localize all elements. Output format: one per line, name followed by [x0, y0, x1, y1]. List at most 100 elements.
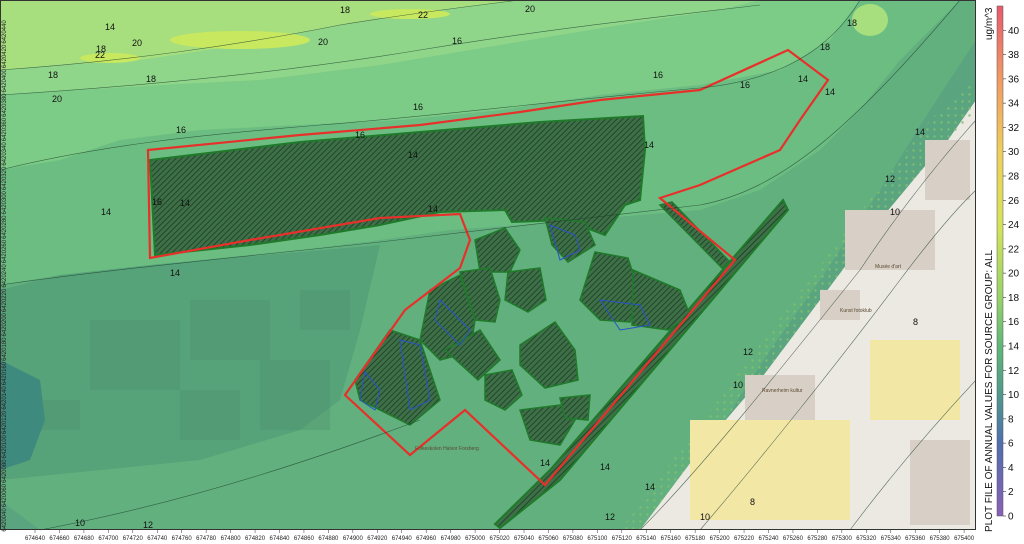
- x-axis: 674640 674660 674680 674700 674720 674740 6747…: [25, 530, 975, 542]
- y-tick-label: 6420120: [2, 410, 8, 434]
- building-block-2: [925, 140, 970, 200]
- legend-tick-label: 24: [1008, 220, 1020, 231]
- contour-label: 14: [600, 462, 610, 472]
- legend-tick-label: 18: [1008, 293, 1020, 304]
- x-tick-label: 674940: [392, 536, 413, 542]
- contour-label: 8: [913, 317, 918, 327]
- y-tick-label: 6420440: [2, 20, 8, 44]
- place-label: Kunst fotoklub: [840, 308, 872, 314]
- x-tick-label: 674740: [147, 536, 168, 542]
- x-tick-label: 675040: [514, 536, 535, 542]
- contour-label: 14: [915, 127, 925, 137]
- x-tick-label: 675000: [465, 536, 486, 542]
- contour-label: 16: [452, 36, 462, 46]
- contour-label: 12: [743, 347, 753, 357]
- x-tick-label: 675100: [587, 536, 608, 542]
- building-block-1: [845, 210, 935, 270]
- y-tick-label: 6420100: [2, 434, 8, 458]
- y-tick-label: 6420400: [2, 68, 8, 92]
- x-tick-label: 674840: [269, 536, 290, 542]
- x-tick-label: 674700: [98, 536, 119, 542]
- yellow-zone-2: [690, 420, 850, 520]
- contour-label: 18: [847, 18, 857, 28]
- legend-tick-label: 40: [1008, 26, 1020, 37]
- legend-tick-label: 0: [1008, 512, 1014, 523]
- contour-label: 16: [176, 125, 186, 135]
- contour-label: 18: [820, 42, 830, 52]
- y-tick-label: 6420240: [2, 264, 8, 288]
- x-tick-label: 674920: [367, 536, 388, 542]
- contour-label: 10: [890, 207, 900, 217]
- x-tick-label: 674780: [196, 536, 217, 542]
- contour-label: 16: [413, 102, 423, 112]
- contour-label: 10: [75, 518, 85, 528]
- x-tick-label: 675140: [636, 536, 657, 542]
- contour-label: 14: [540, 458, 550, 468]
- legend-tick-label: 26: [1008, 196, 1020, 207]
- x-tick-label: 675340: [881, 536, 902, 542]
- hotspot-4: [852, 4, 888, 36]
- contour-label: 16: [152, 197, 162, 207]
- legend-title: PLOT FILE OF ANNUAL VALUES FOR SOURCE GR…: [984, 249, 995, 532]
- y-axis: 6420440642042064204006420380642036064203…: [2, 20, 8, 532]
- legend-tick-label: 2: [1008, 487, 1014, 498]
- x-tick-label: 674880: [318, 536, 339, 542]
- contour-label: 14: [105, 22, 115, 32]
- legend-tick-label: 8: [1008, 414, 1014, 425]
- y-tick-label: 6420360: [2, 117, 8, 141]
- y-tick-label: 6420380: [2, 93, 8, 117]
- y-tick-label: 6420180: [2, 337, 8, 361]
- map-canvas: 22 18 14 18 20 20 16 18 22 20 18 20 16 1…: [0, 0, 977, 531]
- contour-label: 20: [52, 94, 62, 104]
- contour-label: 14: [180, 198, 190, 208]
- y-tick-label: 6420060: [2, 483, 8, 507]
- contour-label: 14: [408, 150, 418, 160]
- x-tick-label: 675400: [954, 536, 975, 542]
- x-tick-label: 675220: [734, 536, 755, 542]
- legend-tick-label: 36: [1008, 74, 1020, 85]
- contour-label: 18: [146, 74, 156, 84]
- y-tick-label: 6420420: [2, 44, 8, 68]
- y-tick-label: 6420220: [2, 288, 8, 312]
- contour-label: 10: [733, 380, 743, 390]
- place-label: Folkeskolen Halvor Forsberg: [415, 446, 479, 452]
- legend-tick-label: 16: [1008, 317, 1020, 328]
- contour-label: 14: [428, 204, 438, 214]
- y-tick-label: 6420040: [2, 508, 8, 532]
- y-tick-label: 6420140: [2, 386, 8, 410]
- contour-label: 8: [750, 497, 755, 507]
- x-tick-label: 674640: [25, 536, 46, 542]
- contour-label: 12: [605, 512, 615, 522]
- building-block-4: [910, 440, 970, 525]
- yellow-zone-1: [870, 340, 960, 420]
- contour-label: 16: [740, 80, 750, 90]
- contour-label: 18: [340, 5, 350, 15]
- contour-label: 14: [825, 87, 835, 97]
- x-tick-label: 675320: [856, 536, 877, 542]
- x-tick-label: 675200: [710, 536, 731, 542]
- legend-colorbar: [996, 5, 1004, 517]
- y-tick-label: 6420340: [2, 142, 8, 166]
- legend: 0246810121416182022242628303234363840 ug…: [984, 5, 1020, 532]
- x-tick-label: 675180: [685, 536, 706, 542]
- contour-label: 16: [653, 70, 663, 80]
- y-tick-label: 6420280: [2, 215, 8, 239]
- contour-label: 12: [143, 520, 153, 530]
- x-tick-label: 674660: [49, 536, 70, 542]
- contour-label: 16: [355, 130, 365, 140]
- legend-tick-label: 4: [1008, 463, 1014, 474]
- contour-label: 20: [318, 37, 328, 47]
- place-label: Musée d'art: [875, 264, 902, 270]
- place-label: Ravnerheim kultur: [762, 388, 803, 394]
- contour-label: 10: [700, 512, 710, 522]
- x-tick-label: 675060: [538, 536, 559, 542]
- contour-label: 14: [798, 74, 808, 84]
- x-tick-label: 675020: [490, 536, 511, 542]
- x-tick-label: 675260: [783, 536, 804, 542]
- legend-ticks: 0246810121416182022242628303234363840: [1003, 26, 1020, 523]
- contour-label: 12: [885, 174, 895, 184]
- y-tick-label: 6420160: [2, 361, 8, 385]
- x-tick-label: 675120: [612, 536, 633, 542]
- contour-label: 14: [645, 482, 655, 492]
- source-building-13: [559, 394, 591, 421]
